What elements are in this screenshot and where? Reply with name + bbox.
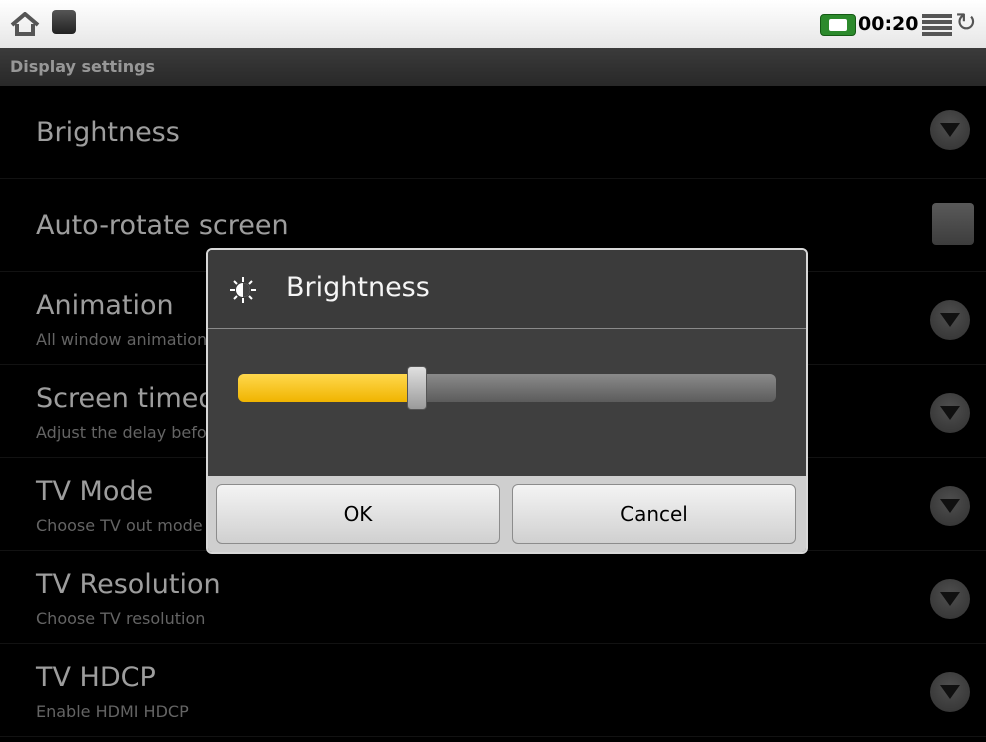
dialog-button-bar: OK Cancel — [208, 476, 806, 552]
brightness-icon — [230, 277, 256, 303]
brightness-dialog: Brightness OK Cancel — [206, 248, 808, 554]
notification-list-icon[interactable] — [922, 12, 952, 36]
dialog-title: Brightness — [286, 272, 430, 303]
brightness-slider[interactable] — [238, 366, 776, 410]
dialog-title-bar: Brightness — [208, 250, 806, 329]
status-bar: 00:20 ↻ — [0, 0, 986, 48]
brightness-slider-fill — [238, 374, 416, 402]
status-time: 00:20 — [858, 13, 919, 35]
home-icon — [10, 12, 40, 36]
ok-button[interactable]: OK — [216, 484, 500, 544]
battery-charging-icon — [820, 14, 856, 36]
brightness-slider-thumb[interactable] — [407, 366, 427, 410]
android-debug-icon — [52, 10, 76, 34]
sync-icon: ↻ — [955, 8, 977, 38]
cancel-button[interactable]: Cancel — [512, 484, 796, 544]
